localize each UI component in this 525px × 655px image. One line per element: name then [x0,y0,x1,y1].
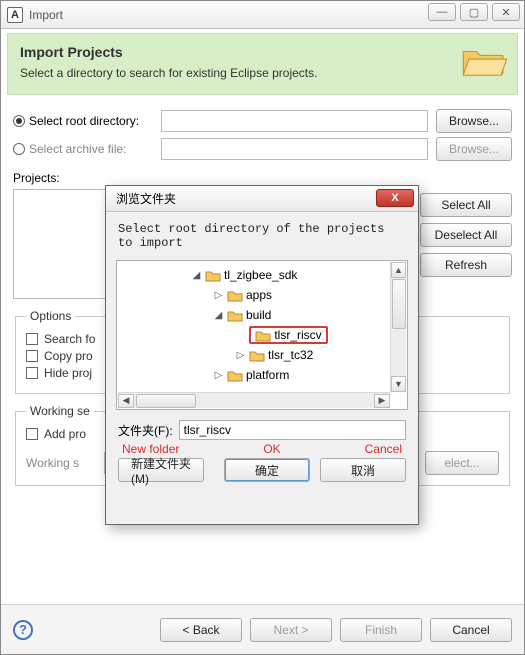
archive-label[interactable]: Select archive file: [13,142,153,156]
banner-subtext: Select a directory to search for existin… [20,66,505,80]
checkbox-icon[interactable] [26,333,38,345]
h-scroll-thumb[interactable] [136,394,196,408]
sub-cancel-button[interactable]: 取消 [320,458,406,482]
checkbox-icon[interactable] [26,367,38,379]
working-sets-select-button: elect... [425,451,499,475]
projects-label: Projects: [13,171,410,185]
folder-field[interactable]: tlsr_riscv [179,420,406,440]
scroll-up-icon[interactable]: ▲ [391,262,406,278]
cancel-button[interactable]: Cancel [430,618,512,642]
expand-icon[interactable]: ▷ [235,350,246,361]
close-button[interactable]: ✕ [492,3,520,21]
app-icon: A [7,7,23,23]
ok-button[interactable]: 确定 [224,458,310,482]
browse-folder-dialog: 浏览文件夹 X Select root directory of the pro… [105,185,419,525]
working-sets-legend: Working se [26,404,94,418]
checkbox-icon[interactable] [26,428,38,440]
folder-tree[interactable]: ◢ tl_zigbee_sdk ▷ apps ◢ build tlsr_risc… [116,260,408,410]
tree-node-selected[interactable]: tlsr_riscv [249,326,328,344]
v-scrollbar[interactable]: ▲ ▼ [390,262,406,392]
v-scroll-thumb[interactable] [392,279,406,329]
annotation-cancel: Cancel [365,442,402,456]
browse-archive-button: Browse... [436,137,512,161]
tree-node[interactable]: tlsr_tc32 [268,348,313,362]
banner: Import Projects Select a directory to se… [7,33,518,95]
collapse-icon[interactable]: ◢ [213,310,224,321]
sub-title: 浏览文件夹 [116,190,176,207]
folder-icon [227,369,243,382]
sub-instruction: Select root directory of the projects to… [106,212,418,254]
tree-node[interactable]: apps [246,288,272,302]
new-folder-button[interactable]: 新建文件夹(M) [118,458,204,482]
scroll-right-icon[interactable]: ▶ [374,394,390,408]
footer: ? < Back Next > Finish Cancel [1,604,524,654]
back-button[interactable]: < Back [160,618,242,642]
deselect-all-button[interactable]: Deselect All [420,223,512,247]
import-folder-icon [461,44,507,78]
folder-field-label: 文件夹(F): [118,422,173,439]
annotation-ok: OK [263,442,280,456]
next-button: Next > [250,618,332,642]
folder-icon [227,309,243,322]
tree-node[interactable]: tl_zigbee_sdk [224,268,297,282]
working-sets-combo-label: Working s [26,456,96,470]
tree-node[interactable]: build [246,308,271,322]
checkbox-icon[interactable] [26,350,38,362]
folder-icon [255,329,271,342]
folder-icon [227,289,243,302]
collapse-icon[interactable]: ◢ [191,270,202,281]
banner-heading: Import Projects [20,44,505,60]
root-dir-radio[interactable] [13,115,25,127]
finish-button: Finish [340,618,422,642]
archive-input[interactable] [161,138,428,160]
expand-icon[interactable]: ▷ [213,290,224,301]
root-dir-input[interactable] [161,110,428,132]
folder-icon [205,269,221,282]
archive-radio[interactable] [13,143,25,155]
scroll-down-icon[interactable]: ▼ [391,376,406,392]
root-dir-label[interactable]: Select root directory: [13,114,153,128]
help-icon[interactable]: ? [13,620,33,640]
sub-titlebar: 浏览文件夹 X [106,186,418,212]
minimize-button[interactable]: — [428,3,456,21]
browse-root-button[interactable]: Browse... [436,109,512,133]
maximize-button[interactable]: ▢ [460,3,488,21]
h-scrollbar[interactable]: ◀ ▶ [118,392,390,408]
folder-icon [249,349,265,362]
window-title: Import [29,8,63,22]
options-legend: Options [26,309,75,323]
select-all-button[interactable]: Select All [420,193,512,217]
titlebar: A Import — ▢ ✕ [1,1,524,29]
expand-icon[interactable]: ▷ [213,370,224,381]
scroll-left-icon[interactable]: ◀ [118,394,134,408]
refresh-button[interactable]: Refresh [420,253,512,277]
sub-close-button[interactable]: X [376,189,414,207]
tree-node[interactable]: platform [246,368,289,382]
